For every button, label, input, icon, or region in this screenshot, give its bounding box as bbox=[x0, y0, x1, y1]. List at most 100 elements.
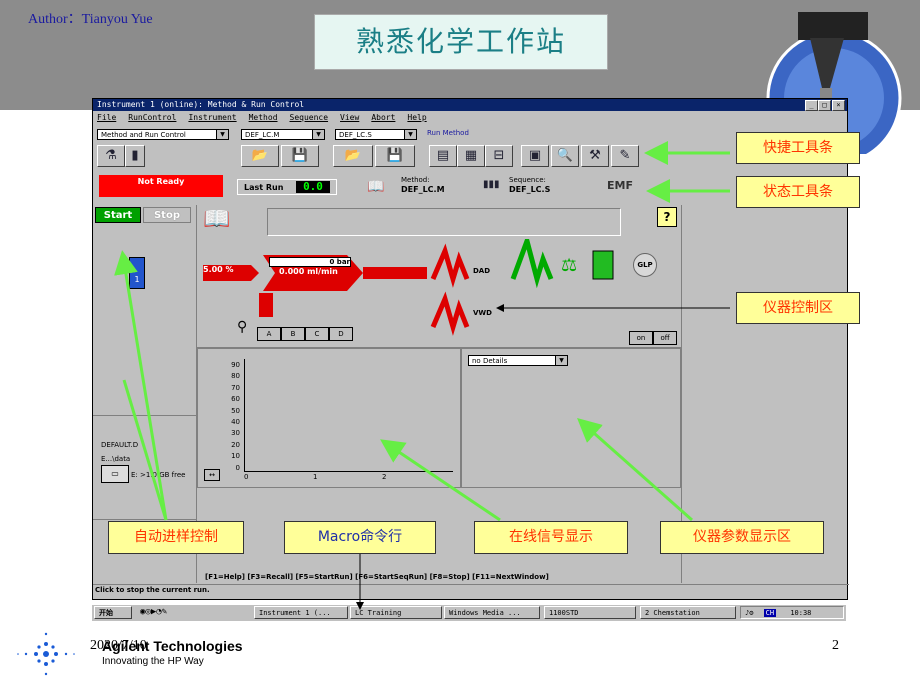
taskbar-item-lc-training[interactable]: LC Training bbox=[350, 606, 442, 619]
details-select[interactable]: no Details ▼ bbox=[468, 355, 568, 366]
disk-free-label: E: >1.0 GB free bbox=[131, 471, 186, 479]
start-button[interactable]: Start bbox=[95, 207, 141, 223]
last-run-label: Last Run bbox=[244, 183, 284, 192]
save-sequence-button[interactable]: 💾 bbox=[375, 145, 415, 167]
open-sequence-icon: 📂 bbox=[344, 148, 362, 163]
signal-plot bbox=[244, 359, 453, 472]
signal-view-button[interactable]: ⊟ bbox=[485, 145, 513, 167]
method-select[interactable]: DEF_LC.M ▼ bbox=[241, 129, 325, 140]
windows-taskbar: 开始 ◉◎▶◔✎ Instrument 1 (... LC Training W… bbox=[92, 604, 846, 621]
vial-tray-button[interactable]: ⚗ bbox=[97, 145, 125, 167]
data-view-button[interactable]: ▦ bbox=[457, 145, 485, 167]
last-run-value: 0.0 bbox=[296, 181, 330, 193]
stop-button[interactable]: Stop bbox=[143, 207, 191, 223]
sequence-select-value: DEF_LC.S bbox=[339, 131, 372, 139]
vwd-label[interactable]: VWD bbox=[473, 309, 492, 317]
menu-sequence[interactable]: Sequence bbox=[290, 113, 329, 122]
sequence-status-label: Sequence: bbox=[509, 176, 546, 184]
help-button[interactable]: ? bbox=[657, 207, 677, 227]
vial-tray-icon: ⚗ bbox=[105, 148, 117, 163]
callout-instrument-params: 仪器参数显示区 bbox=[660, 521, 824, 554]
on-button[interactable]: on bbox=[629, 331, 653, 345]
column-shape bbox=[363, 267, 427, 279]
system-tray: ♪⚙ CH 10:38 bbox=[740, 606, 844, 619]
callout-instrument-control: 仪器控制区 bbox=[736, 292, 860, 324]
tools-button[interactable]: ⚒ bbox=[581, 145, 609, 167]
ime-indicator[interactable]: CH bbox=[763, 609, 777, 617]
solvent-b[interactable]: B bbox=[281, 327, 305, 341]
method-status-label: Method: bbox=[401, 176, 430, 184]
method-book-icon: 📖 bbox=[367, 179, 385, 195]
chromatogram-icon: ⊟ bbox=[493, 148, 505, 163]
x-tick-label: 1 bbox=[313, 473, 318, 481]
menu-instrument[interactable]: Instrument bbox=[188, 113, 236, 122]
view-select-value: Method and Run Control bbox=[101, 131, 186, 139]
balance-icon[interactable]: ⚖ bbox=[561, 255, 577, 276]
solvent-d[interactable]: D bbox=[329, 327, 353, 341]
solvent-c[interactable]: C bbox=[305, 327, 329, 341]
menu-help[interactable]: Help bbox=[407, 113, 426, 122]
taskbar-item-windows-media[interactable]: Windows Media ... bbox=[444, 606, 540, 619]
sequence-select[interactable]: DEF_LC.S ▼ bbox=[335, 129, 417, 140]
online-plot-button[interactable]: ✎ bbox=[611, 145, 639, 167]
report-button[interactable]: ▣ bbox=[521, 145, 549, 167]
save-method-button[interactable]: 💾 bbox=[281, 145, 319, 167]
taskbar-item-1100std[interactable]: 1100STD bbox=[544, 606, 636, 619]
plot-range-button[interactable]: ↔ bbox=[204, 469, 220, 481]
menu-file[interactable]: File bbox=[97, 113, 116, 122]
online-signal-panel: ↔ 90 80 70 60 50 40 30 20 10 0 0 1 2 bbox=[197, 348, 461, 488]
menu-abort[interactable]: Abort bbox=[371, 113, 395, 122]
solvent-valve-shape bbox=[259, 293, 273, 317]
author-label: Author：Tianyou Yue bbox=[28, 12, 153, 27]
data-file-name: DEFAULT.D bbox=[101, 441, 139, 449]
sample-vial-icon[interactable]: 1 bbox=[129, 257, 145, 289]
not-ready-indicator: Not Ready bbox=[99, 175, 223, 197]
run-method-label: Run Method bbox=[427, 129, 469, 137]
method-select-value: DEF_LC.M bbox=[245, 131, 280, 139]
open-folder-icon: 📂 bbox=[251, 148, 269, 163]
maximize-button[interactable]: □ bbox=[818, 100, 831, 111]
quick-launch-icons[interactable]: ◉◎▶◔✎ bbox=[140, 607, 167, 617]
page-number: 2 bbox=[832, 638, 839, 653]
window-title-bar: Instrument 1 (online): Method & Run Cont… bbox=[93, 99, 847, 111]
details-select-value: no Details bbox=[472, 357, 508, 365]
callout-status-toolbar: 状态工具条 bbox=[736, 176, 860, 208]
preview-button[interactable]: 🔍 bbox=[551, 145, 579, 167]
method-view-button[interactable]: ▤ bbox=[429, 145, 457, 167]
dad-label[interactable]: DAD bbox=[473, 267, 490, 275]
brand-name: Agilent Technologies bbox=[102, 638, 243, 654]
single-vial-button[interactable]: ▮ bbox=[125, 145, 145, 167]
y-tick-label: 60 bbox=[231, 395, 240, 404]
solvent-a[interactable]: A bbox=[257, 327, 281, 341]
emf-indicator[interactable]: EMF bbox=[607, 179, 633, 192]
load-method-button[interactable]: 📂 bbox=[241, 145, 279, 167]
glp-button[interactable]: GLP bbox=[633, 253, 657, 277]
menu-method[interactable]: Method bbox=[249, 113, 278, 122]
load-sequence-button[interactable]: 📂 bbox=[333, 145, 373, 167]
view-select[interactable]: Method and Run Control ▼ bbox=[97, 129, 229, 140]
menu-view[interactable]: View bbox=[340, 113, 359, 122]
callout-auto-sampler: 自动进样控制 bbox=[108, 521, 244, 554]
vial-number: 1 bbox=[134, 275, 140, 284]
chevron-down-icon: ▼ bbox=[555, 356, 567, 365]
off-button[interactable]: off bbox=[653, 331, 677, 345]
pressure-value: 0 bar bbox=[269, 257, 351, 267]
sequence-vials-icon: ▮▮▮ bbox=[483, 179, 500, 190]
function-key-bar: [F1=Help] [F3=Recall] [F5=StartRun] [F6=… bbox=[205, 573, 549, 581]
callout-macro: Macro命令行 bbox=[284, 521, 436, 554]
close-button[interactable]: × bbox=[832, 100, 845, 111]
green-peaks-shape bbox=[510, 239, 554, 289]
vial-icon: ▮ bbox=[131, 148, 139, 163]
menu-runcontrol[interactable]: RunControl bbox=[128, 113, 176, 122]
taskbar-item-instrument[interactable]: Instrument 1 (... bbox=[254, 606, 348, 619]
panel-divider bbox=[93, 519, 196, 520]
vwd-peak-shape bbox=[430, 291, 470, 336]
syringe-icon: ⚲ bbox=[237, 319, 248, 335]
method-book-icon[interactable]: 📖 bbox=[203, 207, 230, 232]
y-tick-label: 70 bbox=[231, 383, 240, 392]
pen-icon: ✎ bbox=[619, 148, 631, 163]
taskbar-item-chemstation[interactable]: 2 Chemstation bbox=[640, 606, 736, 619]
minimize-button[interactable]: _ bbox=[805, 100, 818, 111]
y-tick-label: 20 bbox=[231, 440, 240, 449]
start-menu-button[interactable]: 开始 bbox=[94, 606, 132, 619]
